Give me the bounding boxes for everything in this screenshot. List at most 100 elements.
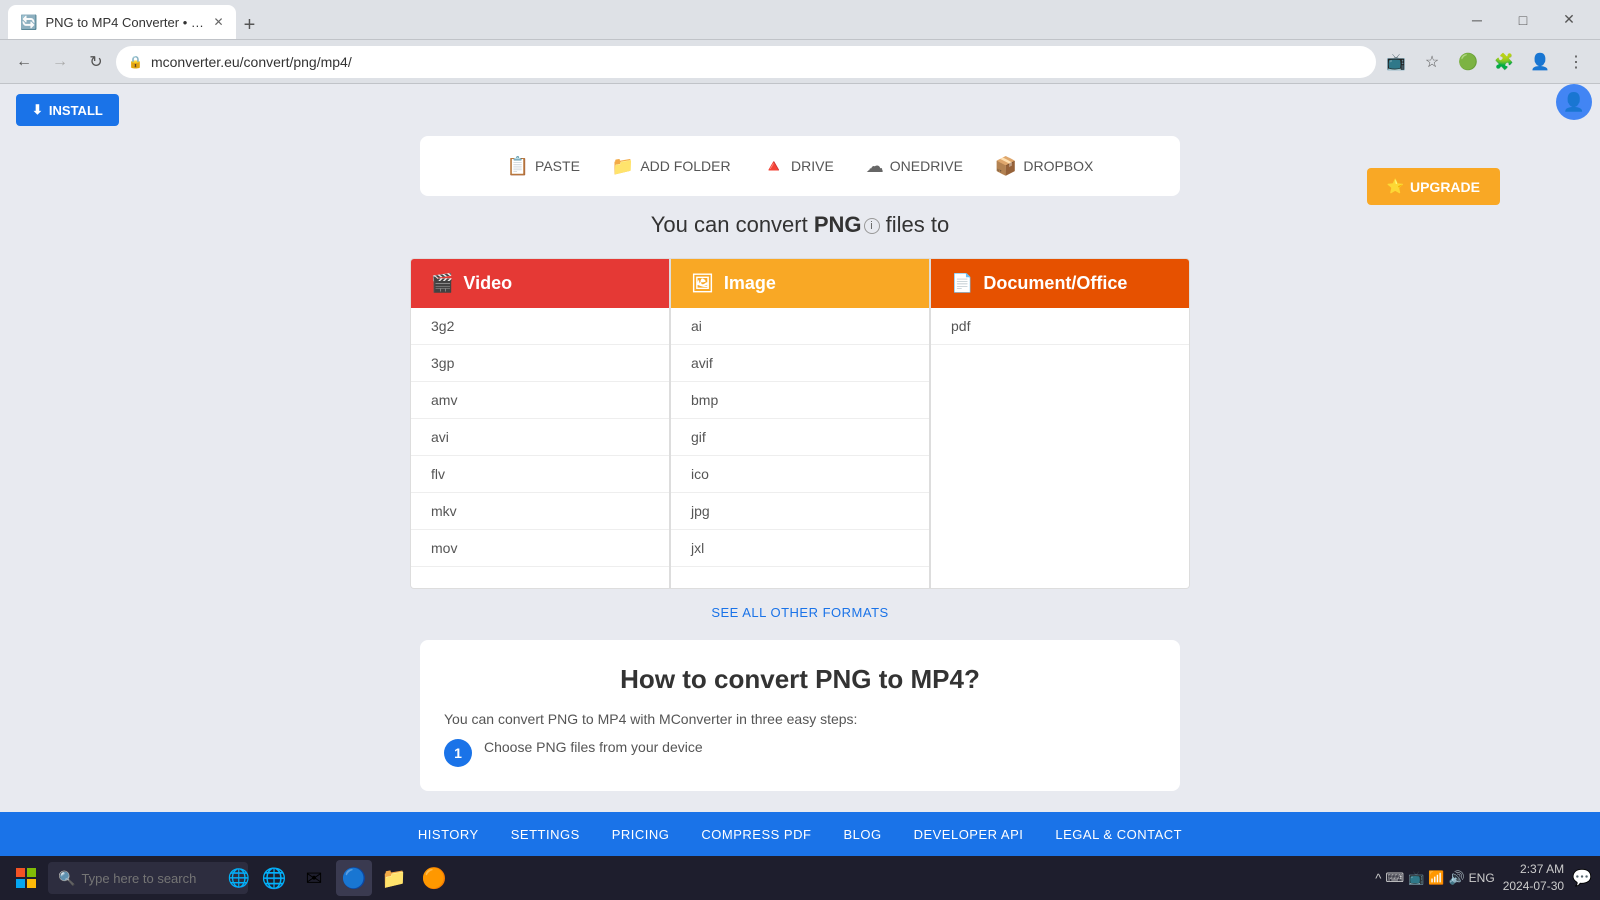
tab-bar: 🔄 PNG to MP4 Converter • Online... ✕ + [8,0,1446,39]
install-icon: ⬇ [32,102,43,118]
new-tab-button[interactable]: + [236,11,264,39]
lang-label: ENG [1469,871,1495,885]
upgrade-button[interactable]: ⭐ UPGRADE [1367,168,1500,205]
nav-developer-api[interactable]: DEVELOPER API [914,827,1024,842]
volume-icon[interactable]: 🔊 [1448,870,1464,886]
add-folder-option[interactable]: 📁 ADD FOLDER [612,156,731,177]
address-bar[interactable]: 🔒 mconverter.eu/convert/png/mp4/ [116,46,1376,78]
document-icon: 📄 [951,273,973,294]
tab-favicon: 🔄 [20,14,37,31]
taskbar-search-input[interactable] [81,871,221,886]
format-ico[interactable]: ico [671,456,929,493]
format-mkv[interactable]: mkv [411,493,669,530]
format-avi[interactable]: avi [411,419,669,456]
install-button[interactable]: ⬇ INSTALL [16,94,119,126]
extension2-button[interactable]: 🧩 [1488,46,1520,78]
nav-history[interactable]: HISTORY [418,827,479,842]
tab-close-btn[interactable]: ✕ [213,15,223,29]
onedrive-option[interactable]: ☁ ONEDRIVE [866,156,963,177]
how-to-section: How to convert PNG to MP4? You can conve… [420,640,1180,791]
format-3g2[interactable]: 3g2 [411,308,669,345]
upgrade-label: UPGRADE [1410,179,1480,195]
dropbox-option[interactable]: 📦 DROPBOX [995,156,1093,177]
image-card: 🖼 Image ai avif bmp gif ico jpg jxl [670,258,930,589]
bookmark-button[interactable]: ☆ [1416,46,1448,78]
document-label: Document/Office [983,273,1127,294]
drive-label: DRIVE [791,158,834,174]
taskbar-edge-app[interactable]: 🌐 [256,860,292,896]
start-button[interactable] [8,860,44,896]
format-pdf[interactable]: pdf [931,308,1189,345]
back-button[interactable]: ← [8,46,40,78]
browser-chrome: 🔄 PNG to MP4 Converter • Online... ✕ + ─… [0,0,1600,40]
see-all-formats[interactable]: SEE ALL OTHER FORMATS [0,605,1600,620]
format-jxl[interactable]: jxl [671,530,929,567]
how-to-title: How to convert PNG to MP4? [444,664,1156,695]
image-icon: 🖼 [691,273,714,294]
chevron-up-icon[interactable]: ^ [1375,871,1381,886]
keyboard-icon[interactable]: ⌨ [1385,870,1404,886]
format-jpg[interactable]: jpg [671,493,929,530]
dropbox-icon: 📦 [995,156,1017,177]
paste-label: PASTE [535,158,580,174]
nav-compress-pdf[interactable]: COMPRESS PDF [701,827,811,842]
format-mov[interactable]: mov [411,530,669,567]
system-tray-icons: ^ ⌨ 📺 📶 🔊 ENG [1375,870,1494,886]
paste-option[interactable]: 📋 PASTE [507,156,580,177]
taskbar-chrome-app[interactable]: 🔵 [336,860,372,896]
display-icon[interactable]: 📺 [1408,870,1424,886]
page-content: ⬇ INSTALL ⭐ UPGRADE 👤 📋 PASTE 📁 ADD FOLD… [0,84,1600,812]
nav-settings[interactable]: SETTINGS [511,827,580,842]
maximize-button[interactable]: □ [1500,0,1546,40]
video-label: Video [463,273,512,294]
section-title: You can convert PNGi files to [0,212,1600,238]
extension1-button[interactable]: 🟢 [1452,46,1484,78]
taskbar-mail-app[interactable]: ✉ [296,860,332,896]
drive-option[interactable]: 🔺 DRIVE [763,156,834,177]
onedrive-label: ONEDRIVE [890,158,963,174]
paste-icon: 📋 [507,156,529,177]
image-card-body[interactable]: ai avif bmp gif ico jpg jxl [671,308,929,588]
install-bar: ⬇ INSTALL [0,84,1600,136]
forward-button[interactable]: → [44,46,76,78]
active-tab[interactable]: 🔄 PNG to MP4 Converter • Online... ✕ [8,5,236,39]
user-avatar[interactable]: 👤 [1556,84,1592,120]
video-card: 🎬 Video 3g2 3gp amv avi flv mkv mov [410,258,670,589]
step-1-text: Choose PNG files from your device [484,739,703,755]
minimize-button[interactable]: ─ [1454,0,1500,40]
format-amv[interactable]: amv [411,382,669,419]
profile-button[interactable]: 👤 [1524,46,1556,78]
taskbar-folder-app[interactable]: 📁 [376,860,412,896]
nav-legal-contact[interactable]: LEGAL & CONTACT [1055,827,1182,842]
wifi-icon[interactable]: 📶 [1428,870,1444,886]
format-avif[interactable]: avif [671,345,929,382]
document-card: 📄 Document/Office pdf [930,258,1190,589]
taskbar-search-bar[interactable]: 🔍 🌐 [48,862,248,894]
time-display[interactable]: 2:37 AM 2024-07-30 [1503,861,1564,895]
format-ai[interactable]: ai [671,308,929,345]
nav-blog[interactable]: BLOG [843,827,881,842]
format-flv[interactable]: flv [411,456,669,493]
how-to-intro: You can convert PNG to MP4 with MConvert… [444,711,1156,727]
close-button[interactable]: ✕ [1546,0,1592,40]
format-3gp[interactable]: 3gp [411,345,669,382]
taskbar-chrome2-app[interactable]: 🟠 [416,860,452,896]
drive-icon: 🔺 [763,156,785,177]
document-card-body[interactable]: pdf [931,308,1189,588]
menu-button[interactable]: ⋮ [1560,46,1592,78]
bing-icon: 🌐 [227,868,249,889]
folder-icon: 📁 [612,156,634,177]
address-bar-row: ← → ↻ 🔒 mconverter.eu/convert/png/mp4/ 📺… [0,40,1600,84]
bottom-nav: HISTORY SETTINGS PRICING COMPRESS PDF BL… [0,812,1600,856]
image-label: Image [724,273,776,294]
search-icon: 🔍 [58,870,75,887]
format-bmp[interactable]: bmp [671,382,929,419]
document-card-header: 📄 Document/Office [931,259,1189,308]
cast-button[interactable]: 📺 [1380,46,1412,78]
refresh-button[interactable]: ↻ [80,46,112,78]
window-controls: ─ □ ✕ [1454,0,1592,40]
notification-icon[interactable]: 💬 [1572,868,1592,888]
format-gif[interactable]: gif [671,419,929,456]
video-card-body[interactable]: 3g2 3gp amv avi flv mkv mov [411,308,669,588]
nav-pricing[interactable]: PRICING [612,827,670,842]
